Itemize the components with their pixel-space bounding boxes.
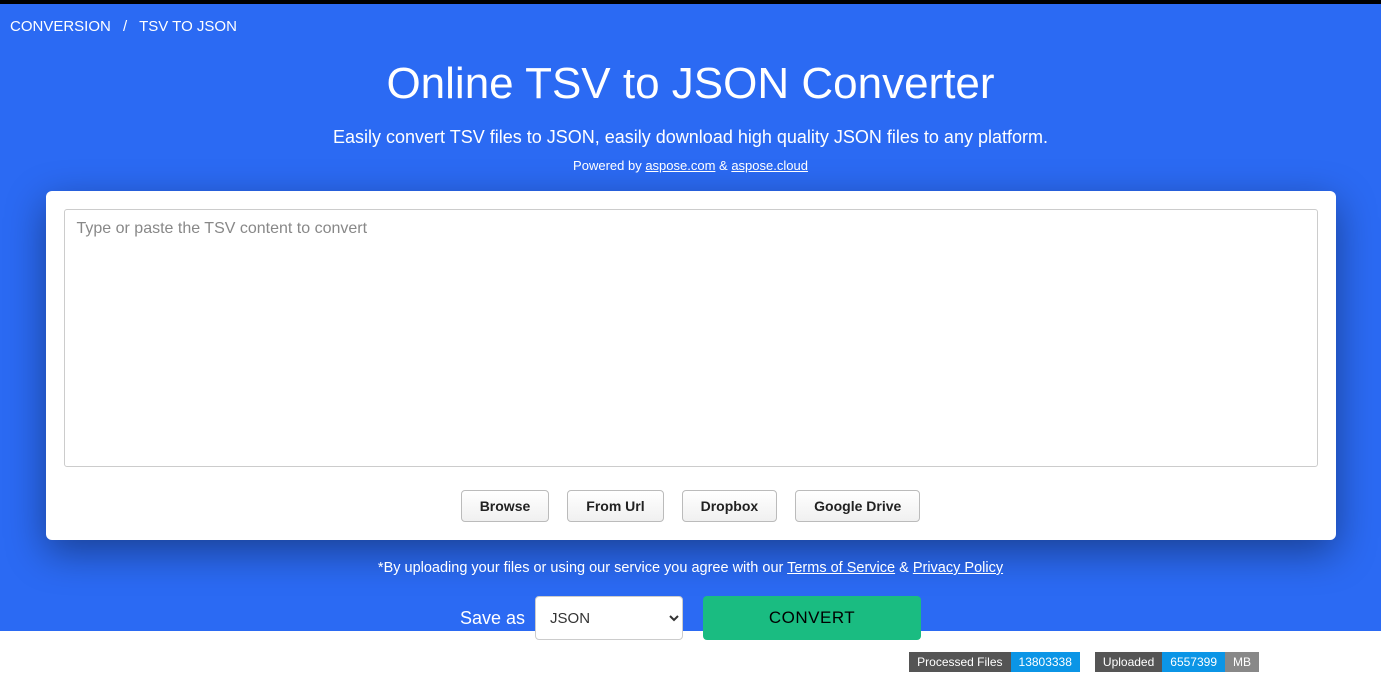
- browse-button[interactable]: Browse: [461, 490, 550, 522]
- dropbox-button[interactable]: Dropbox: [682, 490, 778, 522]
- terms-note: *By uploading your files or using our se…: [0, 560, 1381, 576]
- terms-of-service-link[interactable]: Terms of Service: [787, 560, 895, 576]
- stat-uploaded: Uploaded 6557399 MB: [1095, 652, 1259, 672]
- breadcrumb: CONVERSION / TSV TO JSON: [0, 4, 1381, 49]
- aspose-com-link[interactable]: aspose.com: [645, 158, 715, 173]
- privacy-policy-link[interactable]: Privacy Policy: [913, 560, 1003, 576]
- terms-amp: &: [899, 560, 913, 576]
- main-section: CONVERSION / TSV TO JSON Online TSV to J…: [0, 4, 1381, 631]
- file-button-row: Browse From Url Dropbox Google Drive: [64, 490, 1318, 522]
- save-as-select[interactable]: JSON: [535, 596, 683, 640]
- save-as-label: Save as: [460, 608, 525, 629]
- terms-prefix: *By uploading your files or using our se…: [378, 560, 787, 576]
- aspose-cloud-link[interactable]: aspose.cloud: [731, 158, 808, 173]
- powered-amp: &: [719, 158, 731, 173]
- breadcrumb-conversion[interactable]: CONVERSION: [10, 18, 111, 35]
- google-drive-button[interactable]: Google Drive: [795, 490, 920, 522]
- stat-processed-value: 13803338: [1011, 652, 1080, 672]
- save-row: Save as JSON CONVERT: [0, 596, 1381, 640]
- upload-card: Browse From Url Dropbox Google Drive: [46, 191, 1336, 540]
- stat-uploaded-label: Uploaded: [1095, 652, 1162, 672]
- powered-prefix: Powered by: [573, 158, 645, 173]
- page-subtitle: Easily convert TSV files to JSON, easily…: [0, 127, 1381, 148]
- content-textarea[interactable]: [64, 209, 1318, 467]
- stat-processed-label: Processed Files: [909, 652, 1010, 672]
- breadcrumb-current[interactable]: TSV TO JSON: [139, 18, 237, 35]
- stat-processed: Processed Files 13803338: [909, 652, 1080, 672]
- from-url-button[interactable]: From Url: [567, 490, 663, 522]
- stats-bar: Processed Files 13803338 Uploaded 655739…: [909, 652, 1259, 672]
- stat-uploaded-value: 6557399: [1162, 652, 1225, 672]
- convert-button[interactable]: CONVERT: [703, 596, 921, 640]
- powered-by: Powered by aspose.com & aspose.cloud: [0, 158, 1381, 173]
- breadcrumb-separator: /: [123, 18, 127, 35]
- stat-uploaded-unit: MB: [1225, 652, 1259, 672]
- page-title: Online TSV to JSON Converter: [0, 59, 1381, 109]
